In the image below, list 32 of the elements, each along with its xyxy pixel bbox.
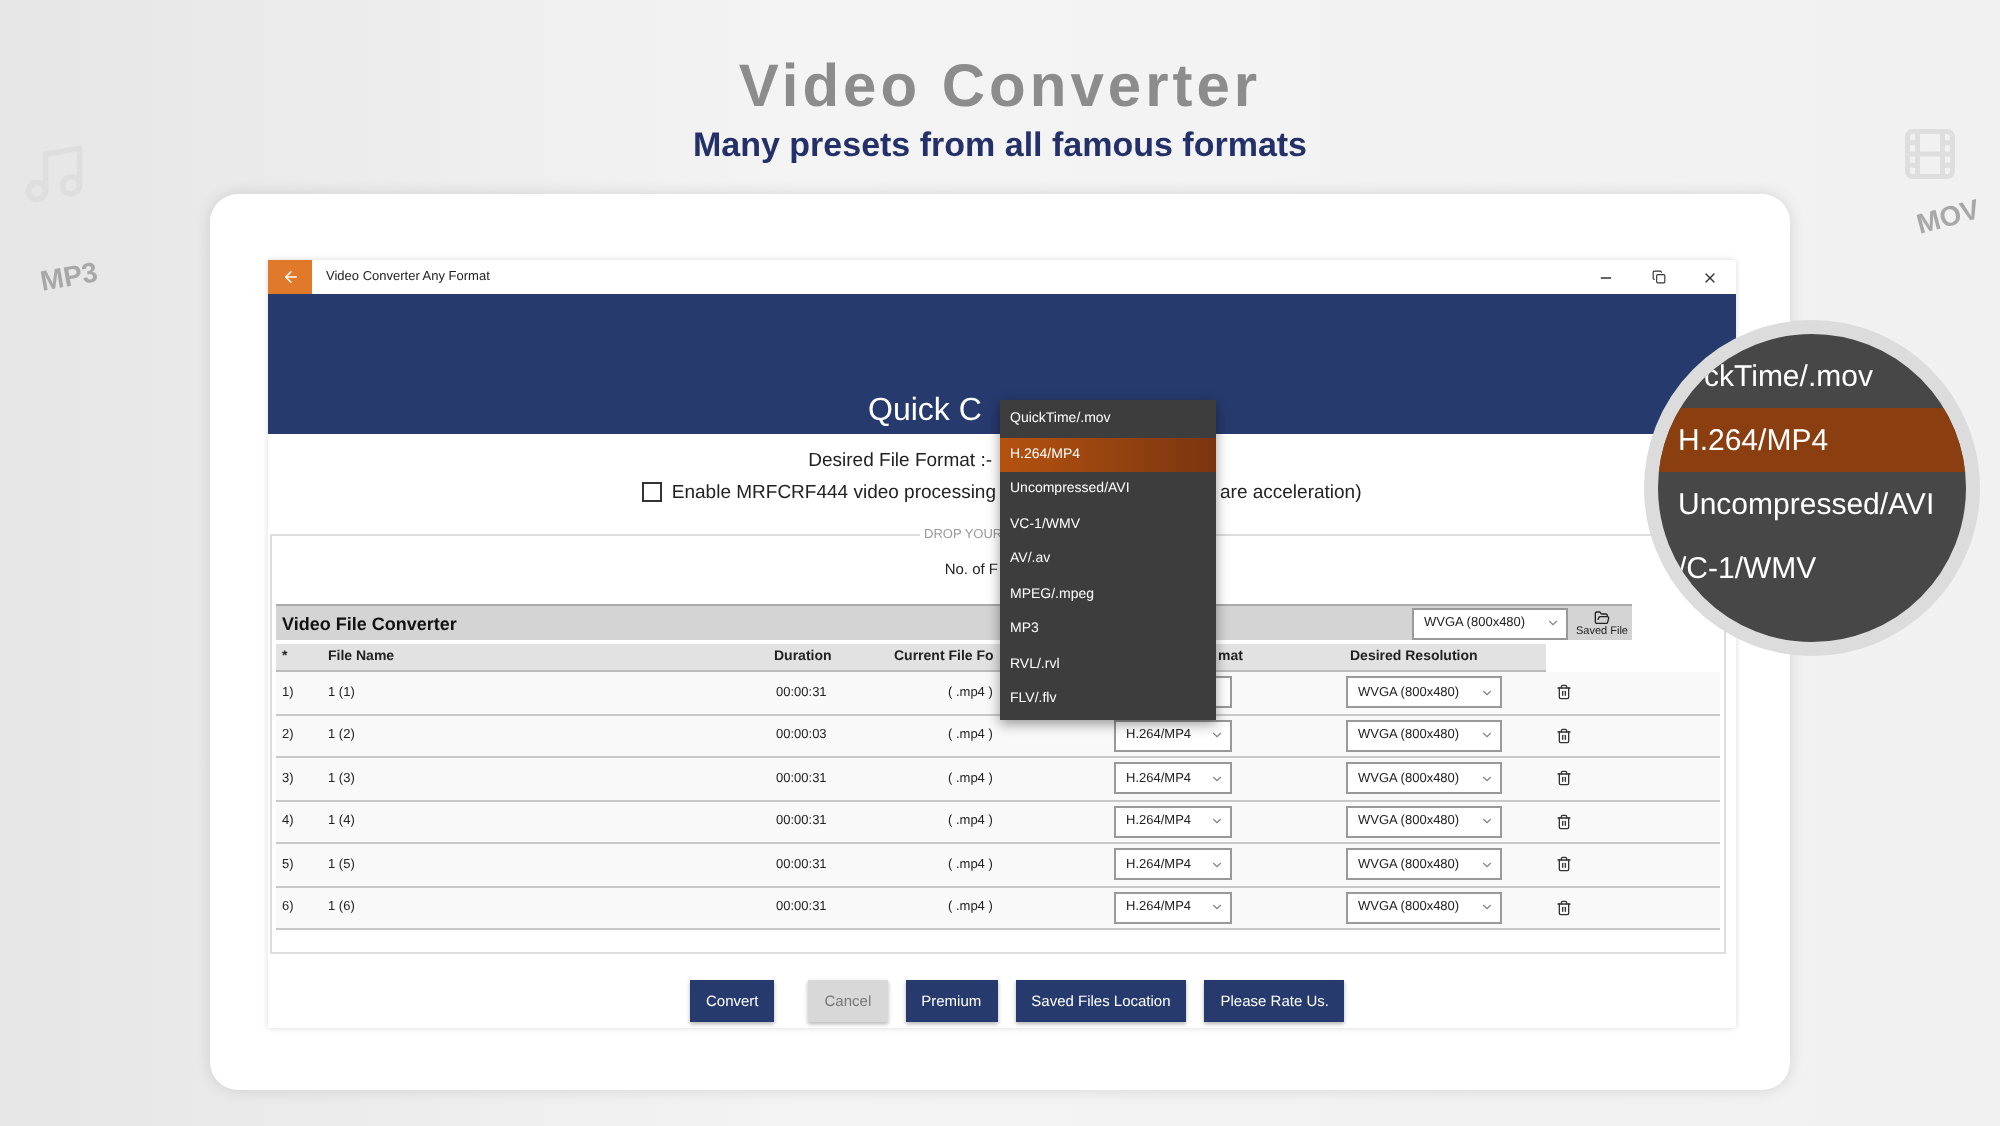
chevron-down-icon bbox=[1480, 771, 1494, 786]
format-tag: MOV bbox=[1912, 192, 1983, 240]
trash-icon[interactable] bbox=[1556, 770, 1572, 787]
chevron-down-icon bbox=[1480, 814, 1494, 829]
trash-icon[interactable] bbox=[1556, 727, 1572, 744]
chevron-down-icon bbox=[1480, 900, 1494, 915]
chevron-down-icon bbox=[1480, 685, 1494, 700]
page-title: Video Converter bbox=[738, 54, 1262, 122]
chevron-down-icon bbox=[1480, 857, 1494, 872]
close-icon bbox=[1702, 269, 1718, 285]
trash-icon[interactable] bbox=[1556, 813, 1572, 830]
format-label: Desired File Format :- bbox=[808, 449, 992, 471]
folder-icon bbox=[1594, 609, 1610, 625]
banner-title: Quick C bbox=[868, 392, 982, 432]
chevron-down-icon bbox=[1210, 900, 1224, 915]
back-arrow-icon bbox=[281, 268, 299, 286]
checkbox-label-tail: are acceleration) bbox=[1220, 481, 1364, 503]
checkbox-label: Enable MRFCRF444 video processing bbox=[671, 481, 996, 503]
restore-icon bbox=[1651, 270, 1665, 284]
chevron-down-icon bbox=[1210, 771, 1224, 786]
trash-icon[interactable] bbox=[1556, 899, 1572, 916]
page-subtitle: Many presets from all famous formats bbox=[692, 126, 1308, 166]
trash-icon[interactable] bbox=[1556, 684, 1572, 701]
chevron-down-icon bbox=[1210, 728, 1224, 743]
chevron-down-icon bbox=[1480, 728, 1494, 743]
format-tag: MP3 bbox=[37, 255, 100, 297]
chevron-down-icon bbox=[1546, 616, 1560, 630]
trash-icon[interactable] bbox=[1556, 856, 1572, 873]
checkbox[interactable] bbox=[641, 482, 662, 502]
table-title: Video File Converter bbox=[282, 613, 457, 633]
chevron-down-icon bbox=[1210, 857, 1224, 872]
chevron-down-icon bbox=[1210, 814, 1224, 829]
